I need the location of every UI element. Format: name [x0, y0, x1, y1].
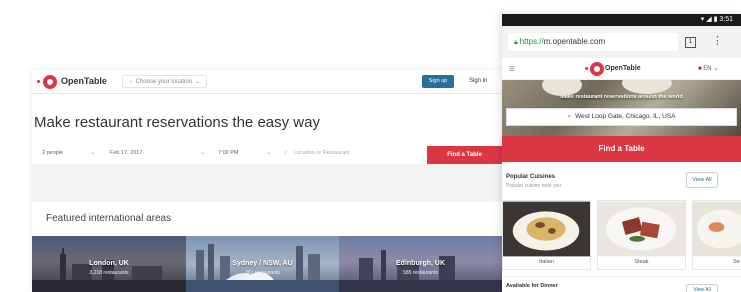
location-search-input[interactable]: Location or Restaurant: [294, 150, 350, 156]
flag-icon: ■: [698, 66, 702, 72]
area-tile-sydney[interactable]: Sydney / NSW, AU 361 restaurants: [186, 236, 339, 292]
desktop-hero: Make restaurant reservations the easy wa…: [32, 94, 502, 164]
browser-url-bar: 🔒︎ https://m.opentable.com 1 ⋮: [502, 26, 741, 58]
url-host: m.opentable.com: [543, 37, 606, 46]
seafood-food-image: [693, 201, 741, 257]
location-selector-label: Choose your location: [135, 79, 192, 85]
signin-link[interactable]: Sign in: [469, 78, 487, 84]
signup-button[interactable]: Sign up: [422, 75, 454, 88]
logo-accent-icon: [37, 80, 40, 83]
featured-title: Featured international areas: [46, 213, 172, 224]
location-input[interactable]: ⌕ West Loop Gate, Chicago, IL, USA: [506, 108, 737, 126]
area-count: 361 restaurants: [245, 270, 280, 276]
address-field[interactable]: 🔒︎ https://m.opentable.com: [508, 33, 678, 51]
area-name: London, UK: [89, 260, 129, 267]
desktop-header: OpenTable ○ Choose your location ⌄ Sign up…: [32, 70, 502, 94]
section-subtitle: Popular cuisine near you: [506, 183, 562, 189]
food-plate-image: [622, 80, 672, 94]
cuisine-carousel: Italian Steak Se: [502, 200, 741, 270]
chevron-down-icon: ⌄: [195, 79, 201, 85]
section-title: Available for Dinner: [506, 283, 558, 289]
tabs-icon[interactable]: 1: [685, 37, 696, 48]
search-icon: ⌕: [284, 150, 288, 156]
featured-section: Featured international areas: [32, 202, 502, 236]
find-table-button[interactable]: Find a Table: [502, 136, 741, 162]
section-title: Popular Cuisines: [506, 174, 556, 180]
chevron-down-icon[interactable]: ⌄: [200, 149, 205, 156]
area-name: Edinburgh, UK: [396, 260, 445, 267]
cuisine-card-italian[interactable]: Italian: [502, 200, 591, 270]
chevron-down-icon: ⌄: [713, 66, 719, 72]
area-tile-london[interactable]: London, UK 3,218 restaurants: [32, 236, 186, 292]
available-dinner-header: Available for Dinner View All: [502, 276, 741, 292]
cuisine-card-steak[interactable]: Steak: [597, 200, 686, 270]
pin-icon: ○: [129, 79, 133, 85]
desktop-site: OpenTable ○ Choose your location ⌄ Sign up…: [32, 70, 502, 292]
hamburger-icon[interactable]: ≡: [509, 64, 515, 75]
mobile-header: ≡ OpenTable ■ EN ⌄: [502, 58, 741, 80]
mobile-hero: Make restaurant reservations around the …: [502, 80, 741, 136]
area-count: 585 restaurants: [403, 270, 438, 276]
status-icons: ▾ ◢ ▮ 3:51: [700, 16, 733, 23]
opentable-logo-icon[interactable]: [43, 75, 57, 89]
opentable-logo-icon[interactable]: [590, 62, 604, 76]
chevron-down-icon[interactable]: ⌄: [90, 149, 95, 156]
cuisine-card-seafood[interactable]: Se: [692, 200, 741, 270]
hero-text: Make restaurant reservations around the …: [560, 94, 683, 100]
area-tile-edinburgh[interactable]: Edinburgh, UK 585 restaurants: [339, 236, 502, 292]
language-label: EN: [703, 66, 712, 72]
lock-icon: 🔒︎: [514, 39, 518, 46]
italian-food-image: [503, 201, 590, 257]
page-title: Make restaurant reservations the easy wa…: [34, 114, 320, 131]
featured-areas: London, UK 3,218 restaurants Sydney / NS…: [32, 236, 502, 292]
location-selector[interactable]: ○ Choose your location ⌄: [122, 75, 208, 88]
cuisine-label: Steak: [634, 259, 649, 265]
overflow-menu-icon[interactable]: ⋮: [712, 34, 723, 47]
view-all-button[interactable]: View All: [686, 284, 718, 292]
time-select[interactable]: 7:00 PM: [218, 150, 238, 156]
brand-name[interactable]: OpenTable: [61, 76, 107, 86]
date-picker[interactable]: Feb 17, 2017: [110, 150, 142, 156]
brand-name[interactable]: OpenTable: [605, 65, 641, 72]
location-value: West Loop Gate, Chicago, IL, USA: [575, 113, 676, 120]
find-table-button[interactable]: Find a Table: [427, 146, 502, 164]
mobile-browser: ▾ ◢ ▮ 3:51 🔒︎ https://m.opentable.com 1 ⋮…: [502, 14, 741, 292]
area-count: 3,218 restaurants: [89, 270, 129, 276]
language-selector[interactable]: ■ EN ⌄: [698, 65, 718, 72]
logo-accent-icon: [585, 67, 588, 70]
party-size-select[interactable]: 2 people: [42, 150, 63, 156]
cuisine-label: Italian: [539, 259, 554, 265]
view-all-button[interactable]: View All: [686, 172, 718, 188]
url-scheme: https://: [519, 37, 544, 46]
steak-food-image: [598, 201, 685, 257]
search-icon: ⌕: [567, 113, 572, 120]
popular-cuisines-header: Popular Cuisines Popular cuisine near yo…: [502, 166, 741, 200]
chevron-down-icon[interactable]: ⌄: [266, 149, 271, 156]
reservation-search: 2 people ⌄ Feb 17, 2017 ⌄ 7:00 PM ⌄ ⌕ Lo…: [32, 146, 502, 164]
status-bar: ▾ ◢ ▮ 3:51: [502, 14, 741, 26]
cuisine-label: Se: [733, 259, 740, 265]
area-name: Sydney / NSW, AU: [232, 260, 293, 267]
